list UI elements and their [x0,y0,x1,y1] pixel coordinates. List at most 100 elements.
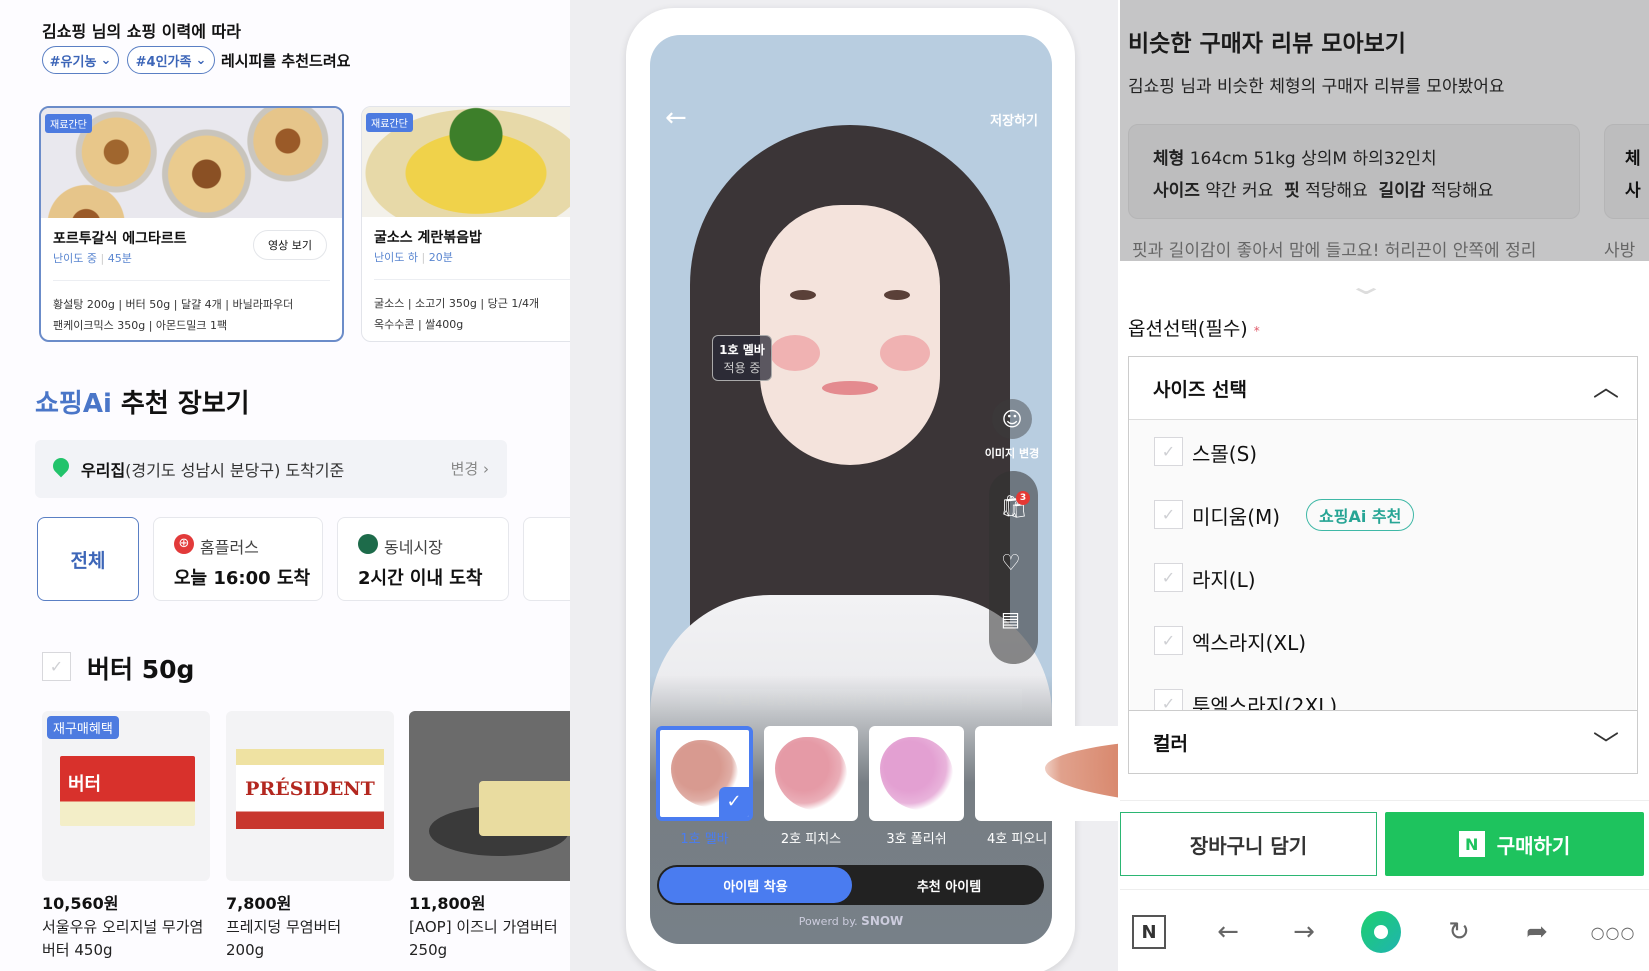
chevron-up-icon: ︿ [1592,373,1619,403]
change-address-link[interactable]: 변경 › [451,458,489,479]
store-eta: 오늘 16:00 도착 [174,568,311,589]
product-name[interactable]: 서울우유 오리지널 무가염 버터 450g [42,916,207,962]
blush-right [880,335,930,371]
divider [1120,889,1649,890]
ingredients-line: 황설탕 200g | 버터 50g | 달걀 4개 | 바닐라파우더 [53,298,294,311]
option-title: 옵션선택(필수) * [1128,318,1260,340]
product-name[interactable]: 프레지덩 무염버터 200g [226,916,366,962]
blush-powder-image [880,737,953,810]
comment-icon[interactable]: ▤ [1001,607,1020,631]
ingredient-checkbox[interactable]: ✓ [42,652,71,681]
check-icon: ✓ [719,787,749,817]
swatch-4[interactable] [975,726,1118,821]
store-eta: 2시간 이내 도착 [358,568,483,589]
divider [1120,800,1649,801]
share-icon[interactable]: ➦ [1517,912,1557,952]
chevron-down-icon: ⌄ [100,52,112,68]
size-option[interactable]: ✓ 투엑스라지(2XL) [1130,672,1636,710]
watch-video-button[interactable]: 영상 보기 [253,230,327,260]
review-card[interactable]: 체형 164cm 51kg 상의M 하의32인치 사이즈 약간 커요 핏 적당해… [1128,124,1580,219]
chevron-down-icon: ﹀ [1592,731,1619,761]
swatch-label: 4호 피오니 [987,832,1048,847]
size-option-label: 엑스라지(XL) [1192,631,1307,655]
chip-family[interactable]: #4인가족 ⌄ [127,46,215,74]
product-option-panel: 비슷한 구매자 리뷰 모아보기 김쇼핑 님과 비슷한 체형의 구매자 리뷰를 모… [1120,0,1649,971]
size-checkbox[interactable]: ✓ [1154,437,1183,466]
tab-recommended-items[interactable]: 추천 아이템 [854,865,1044,905]
change-image-icon[interactable]: ☺ [992,399,1032,439]
recipe-title: 굴소스 계란볶음밥 [374,230,482,246]
powered-by: Powerd by. SNOW [798,914,904,928]
more-icon[interactable]: ○○○ [1591,912,1635,952]
store-tab-local-market[interactable]: 동네시장 2시간 이내 도착 [337,517,509,601]
back-arrow-icon[interactable]: ← [665,103,687,133]
refresh-icon[interactable]: ↻ [1439,912,1479,952]
size-dropdown-header[interactable]: 사이즈 선택 ︿ [1129,357,1637,420]
size-dropdown: 사이즈 선택 ︿ ✓ 스몰(S) ✓ 미디움(M) 쇼핑Ai 추천 ✓ 라지(L) ✓ 엑스라지… [1128,356,1638,774]
rebuy-badge: 재구매혜택 [47,716,119,739]
size-option[interactable]: ✓ 엑스라지(XL) [1130,609,1636,673]
cart-count-badge: 3 [1016,491,1030,505]
size-option-label: 라지(L) [1192,568,1256,592]
review-text: 핏과 길이감이 좋아서 맘에 들고요! 허리끈이 안쪽에 정리 [1132,241,1537,261]
recipe-card[interactable]: 재료간단 굴소스 계란볶음밥 난이도 하 | 20분 굴소스 | 소고기 350… [361,106,570,342]
chevron-down-icon: ⌄ [195,52,207,68]
recipe-image-fried-rice: 재료간단 [362,107,570,217]
size-checkbox[interactable]: ✓ [1154,500,1183,529]
size-checkbox[interactable]: ✓ [1154,563,1183,592]
butter-block [479,781,570,836]
store-tab-all[interactable]: 전체 [37,517,139,601]
back-icon[interactable]: ← [1208,912,1248,952]
swatch-1[interactable]: ✓ [656,726,753,821]
size-option[interactable]: ✓ 라지(L) [1130,546,1636,610]
review-card[interactable]: 체사 [1604,124,1649,219]
product-card[interactable] [409,711,570,881]
review-subtitle: 김쇼핑 님과 비슷한 체형의 구매자 리뷰를 모아봤어요 [1128,77,1505,97]
ingredients-line: 팬케이크믹스 350g | 아몬드밀크 1팩 [53,319,228,332]
add-to-cart-button[interactable]: 장바구니 담기 [1120,812,1377,876]
color-dropdown-header[interactable]: 컬러 ﹀ [1129,710,1637,773]
naver-pay-logo-icon: N [1458,831,1485,857]
ingredient-title: 버터 50g [87,655,195,684]
seoul-milk-butter-image: 버터 [60,756,195,826]
mode-toggle: 아이템 착용 추천 아이템 [657,865,1044,905]
chip-label: #4인가족 [135,54,192,70]
save-button[interactable]: 저장하기 [990,110,1038,129]
size-option[interactable]: ✓ 스몰(S) [1130,420,1636,484]
product-price: 11,800원 [409,894,486,913]
ingredients-line: 굴소스 | 소고기 350g | 당근 1/4개 [374,297,540,310]
recipe-tag: 재료간단 [366,113,413,132]
size-checkbox[interactable]: ✓ [1154,626,1183,655]
change-image-label: 이미지 변경 [984,447,1040,460]
size-checkbox[interactable]: ✓ [1154,689,1183,710]
swatch-label: 3호 폴리쉬 [886,832,947,847]
chip-organic[interactable]: #유기농 ⌄ [42,46,119,74]
location-pin-icon [49,454,73,478]
lips [822,381,878,395]
product-name[interactable]: [AOP] 이즈니 가염버터 250g [409,916,570,962]
swatch-2[interactable] [764,726,858,821]
eye-right [884,290,910,300]
blush-powder-image [775,737,847,810]
product-card[interactable]: 재구매혜택 버터 [42,711,210,881]
naver-home-icon[interactable]: N [1132,915,1166,949]
delivery-address-bar: 우리집(경기도 성남시 분당구) 도착기준 변경 › [35,440,507,498]
product-card[interactable]: PRÉSIDENT [226,711,394,881]
tab-wear-item[interactable]: 아이템 착용 [659,867,852,903]
size-options-list[interactable]: ✓ 스몰(S) ✓ 미디움(M) 쇼핑Ai 추천 ✓ 라지(L) ✓ 엑스라지(XL) ✓ 투엑스라… [1129,420,1637,710]
collapse-handle-icon[interactable]: ⌄ [1346,272,1386,300]
store-tab-homeplus[interactable]: ⊕ 홈플러스 오늘 16:00 도착 [153,517,323,601]
green-dot-icon[interactable] [1361,911,1401,953]
toast-message: 1호 멜바 상품이 적용되었어요. 다시 탭하면 취소돼요. [680,689,1022,710]
blush-left [770,335,820,371]
recipe-recommendation-panel: 김쇼핑 님의 쇼핑 이력에 따라 #유기농 ⌄ #4인가족 ⌄ 레시피를 추천드려요… [0,0,570,971]
swatch-3[interactable] [869,726,964,821]
heart-icon[interactable]: ♡ [1001,551,1021,576]
size-option[interactable]: ✓ 미디움(M) 쇼핑Ai 추천 [1130,483,1636,547]
buy-button[interactable]: N 구매하기 [1385,812,1644,876]
store-tab-more[interactable] [523,517,570,601]
review-title: 비슷한 구매자 리뷰 모아보기 [1128,31,1406,57]
forward-icon[interactable]: → [1284,912,1324,952]
recipe-card[interactable]: 재료간단 포르투갈식 에그타르트 난이도 중 | 45분 영상 보기 황설탕 2… [39,106,344,342]
action-bar: 🛍 3 ♡ ▤ [989,471,1038,664]
